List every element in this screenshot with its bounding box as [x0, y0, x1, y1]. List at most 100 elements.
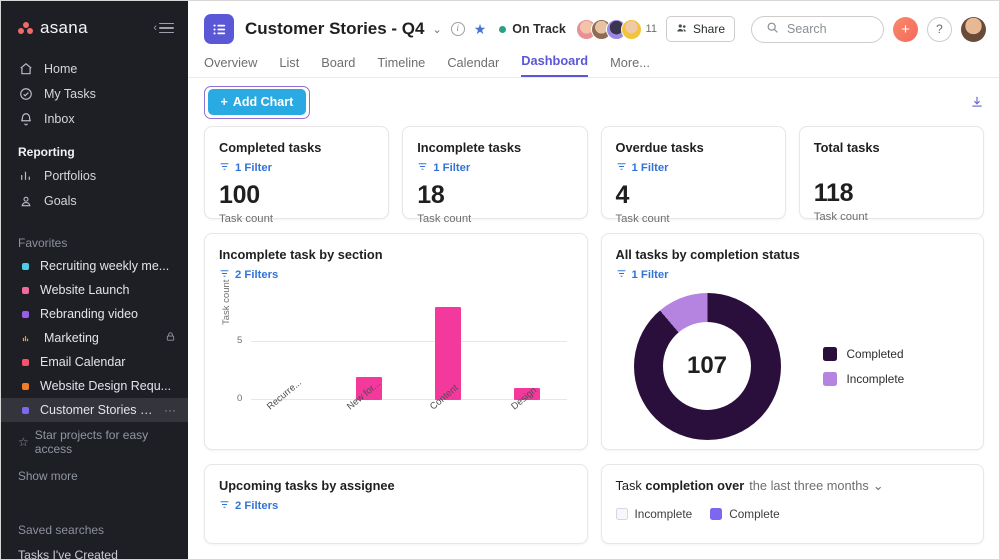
legend-item-completed[interactable]: Completed	[822, 346, 905, 361]
sidebar-section-favorites: Favorites	[18, 236, 68, 250]
filter-link[interactable]: 2 Filters	[219, 499, 573, 513]
sidebar-favorite-customer-stories-q4[interactable]: Customer Stories - Q4 ···	[0, 398, 188, 422]
search-input[interactable]	[787, 22, 872, 36]
tab-calendar[interactable]: Calendar	[447, 55, 499, 77]
stat-card-completed-tasks[interactable]: Completed tasks 1 Filter 100 Task count	[204, 126, 390, 225]
show-more-button[interactable]: Show more	[0, 462, 188, 490]
create-button[interactable]: +	[893, 16, 918, 42]
sidebar-favorite-label: Email Calendar	[40, 355, 126, 369]
card-title-prefix: Task	[615, 478, 646, 493]
bar-slot	[409, 295, 488, 400]
card-title-emphasis: completion over	[645, 478, 745, 493]
stat-value: 100	[219, 181, 260, 209]
stat-subtitle: Task count	[615, 213, 670, 226]
sidebar-item-my-tasks[interactable]: My Tasks	[0, 81, 188, 106]
chart-card-completion-status[interactable]: All tasks by completion status 1 Filter …	[600, 233, 984, 450]
sidebar-item-goals[interactable]: Goals	[0, 188, 188, 213]
card-title: Upcoming tasks by assignee	[219, 478, 395, 493]
tab-dashboard[interactable]: Dashboard	[521, 53, 589, 77]
checkbox-icon[interactable]	[615, 508, 628, 520]
target-icon	[18, 193, 33, 208]
legend-item-incomplete[interactable]: Incomplete	[615, 507, 693, 521]
bottom-card-row: Upcoming tasks by assignee 2 Filters Tas…	[204, 464, 984, 544]
sidebar-favorite-website-design-request[interactable]: Website Design Requ...	[0, 374, 188, 398]
sidebar: asana ‹ Home My Tasks Inbox Reporting Po…	[0, 0, 188, 560]
sidebar-item-label: Inbox	[44, 111, 75, 126]
chevron-down-icon[interactable]: ⌄	[433, 23, 442, 36]
main-content: Customer Stories - Q4 ⌄ i ★ On Track 11	[188, 0, 1000, 560]
project-dot-icon	[22, 382, 29, 390]
card-title: Completed tasks	[219, 140, 322, 155]
dashboard-toolbar: + Add Chart	[188, 78, 1000, 126]
legend-label: Complete	[729, 507, 780, 521]
tab-list[interactable]: List	[279, 55, 299, 77]
legend-label: Incomplete	[634, 507, 693, 521]
asana-logo-text: asana	[40, 18, 88, 37]
chart-card-incomplete-by-section[interactable]: Incomplete task by section 2 Filters Tas…	[204, 233, 588, 450]
tab-more[interactable]: More...	[610, 55, 650, 77]
time-range-dropdown[interactable]: the last three months	[749, 478, 869, 493]
header-actions: 11 Share +	[575, 15, 986, 43]
info-icon[interactable]: i	[450, 22, 465, 36]
tab-overview[interactable]: Overview	[204, 55, 257, 77]
stat-card-total-tasks[interactable]: Total tasks 118 Task count	[798, 126, 984, 223]
filter-label: 1 Filter	[433, 162, 471, 174]
check-circle-icon	[18, 86, 33, 101]
star-projects-hint[interactable]: ☆ Star projects for easy access	[0, 422, 188, 462]
y-axis-label: Task count	[221, 279, 232, 325]
status-badge[interactable]: On Track	[499, 22, 566, 36]
saved-search-tasks-ive-created[interactable]: Tasks I've Created	[0, 541, 188, 560]
stat-value: 18	[417, 181, 445, 209]
legend-item-complete[interactable]: Complete	[710, 507, 780, 521]
help-button[interactable]: ?	[927, 16, 952, 42]
project-dot-icon	[22, 358, 29, 366]
sidebar-item-home[interactable]: Home	[0, 56, 188, 81]
member-avatars[interactable]: 11	[575, 18, 657, 40]
checkbox-icon[interactable]	[710, 508, 723, 520]
donut-graphic[interactable]: 107	[633, 292, 781, 440]
chevron-down-icon[interactable]: ⌄	[873, 478, 884, 493]
chart-card-task-completion-over-time[interactable]: Task completion over the last three month…	[600, 464, 984, 544]
card-title: All tasks by completion status	[615, 247, 800, 262]
search-box[interactable]	[751, 15, 884, 43]
bar-chart: Task count 5 0 Recurre... New for... Con…	[219, 280, 573, 444]
project-header-row: Customer Stories - Q4 ⌄ i ★ On Track 11	[188, 0, 1000, 46]
stat-subtitle: Task count	[813, 211, 868, 224]
sidebar-favorite-rebranding-video[interactable]: Rebranding video	[0, 302, 188, 326]
card-title: Task completion over the last three month…	[616, 478, 970, 494]
stat-subtitle: Task count	[417, 213, 472, 226]
add-chart-button[interactable]: + Add Chart	[207, 89, 307, 115]
filter-link[interactable]: 1 Filter	[616, 268, 970, 282]
sidebar-favorite-label: Recruiting weekly me...	[40, 259, 170, 273]
filter-link[interactable]: 2 Filters	[219, 268, 573, 282]
sidebar-header: asana ‹	[0, 14, 188, 38]
tab-board[interactable]: Board	[321, 55, 355, 77]
sidebar-favorite-marketing[interactable]: Marketing	[0, 326, 188, 350]
share-button[interactable]: Share	[665, 16, 735, 42]
sidebar-item-portfolios[interactable]: Portfolios	[0, 163, 188, 188]
sidebar-favorite-website-launch[interactable]: Website Launch	[0, 278, 188, 302]
collapse-sidebar-button[interactable]: ‹	[153, 20, 174, 37]
member-count: 11	[645, 23, 657, 35]
overflow-menu-icon[interactable]: ···	[164, 403, 176, 417]
tab-timeline[interactable]: Timeline	[377, 55, 425, 77]
chart-card-upcoming-by-assignee[interactable]: Upcoming tasks by assignee 2 Filters	[204, 464, 588, 544]
sidebar-favorite-email-calendar[interactable]: Email Calendar	[0, 350, 188, 374]
star-icon[interactable]: ★	[474, 21, 487, 38]
legend-item-incomplete[interactable]: Incomplete	[822, 371, 904, 386]
download-icon[interactable]	[970, 95, 984, 109]
card-title: Incomplete tasks	[417, 140, 522, 155]
asana-logo[interactable]: asana	[18, 18, 88, 38]
stat-card-row: Completed tasks 1 Filter 100 Task count …	[204, 126, 984, 225]
filter-link[interactable]: 1 Filter	[219, 161, 374, 175]
current-user-avatar[interactable]	[961, 16, 986, 42]
stat-card-overdue-tasks[interactable]: Overdue tasks 1 Filter 4 Task count	[600, 126, 786, 225]
filter-link[interactable]: 1 Filter	[417, 161, 572, 175]
sidebar-item-inbox[interactable]: Inbox	[0, 106, 188, 131]
stat-card-incomplete-tasks[interactable]: Incomplete tasks 1 Filter 18 Task count	[402, 126, 588, 225]
sidebar-favorite-recruiting[interactable]: Recruiting weekly me...	[0, 254, 188, 278]
bar-slot	[488, 295, 567, 400]
filter-link[interactable]: 1 Filter	[616, 161, 771, 175]
status-dot-icon	[499, 25, 507, 33]
donut-chart: 107 Completed Incomplete	[616, 286, 970, 446]
